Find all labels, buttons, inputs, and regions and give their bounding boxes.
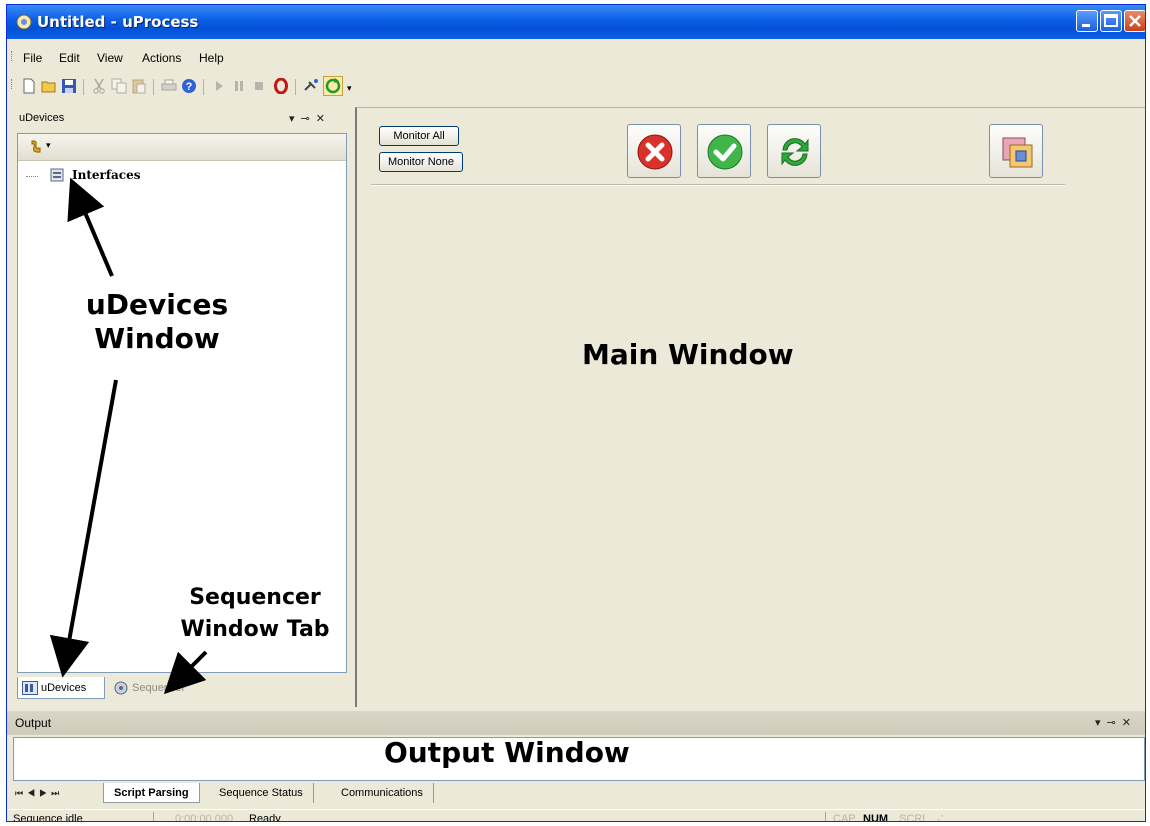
status-num: NUM	[863, 813, 889, 822]
udevices-title: uDevices	[19, 112, 65, 124]
tab-udevices[interactable]: uDevices	[17, 677, 105, 699]
monitor-none-button[interactable]: Monitor None	[379, 152, 463, 172]
minimize-icon	[1082, 24, 1090, 27]
toolbar-separator	[203, 79, 204, 95]
title-bar[interactable]: Untitled - uProcess	[7, 5, 1145, 39]
status-separator	[825, 812, 826, 821]
pause-icon[interactable]	[231, 78, 247, 94]
dropdown-icon[interactable]: ▾	[289, 113, 301, 125]
menu-file[interactable]: File	[23, 51, 42, 65]
status-bar: Sequence idle 0:00:00.000 Ready CAP NUM …	[7, 809, 1145, 822]
udevices-header: uDevices ▾⊸✕	[13, 108, 349, 128]
pin-icon[interactable]: ⊸	[301, 113, 316, 125]
udevices-dock-controls: ▾⊸✕	[289, 112, 331, 125]
record-icon[interactable]	[273, 78, 289, 94]
output-dock-controls: ▾⊸✕	[1095, 716, 1137, 729]
udevices-tab-icon	[22, 680, 38, 695]
chevron-down-icon[interactable]: ▾	[46, 140, 51, 151]
toolbar-overflow-icon[interactable]: ▾	[347, 83, 352, 94]
annotation-sequencer-line2: Window Tab	[180, 617, 330, 642]
udevices-tab-strip: uDevices Sequencer	[17, 677, 347, 701]
minimize-button[interactable]	[1076, 10, 1098, 32]
tab-udevices-label: uDevices	[41, 681, 87, 694]
dropdown-icon[interactable]: ▾	[1095, 717, 1107, 729]
ok-icon	[707, 134, 743, 170]
status-sequence: Sequence idle	[13, 813, 83, 822]
cancel-icon	[637, 134, 673, 170]
tab-sequencer[interactable]: Sequencer	[109, 677, 209, 699]
tree-connector	[26, 176, 38, 177]
annotation-main-window: Main Window	[582, 338, 794, 371]
udevices-toolbar: ▾	[18, 134, 346, 161]
menu-grip	[11, 51, 14, 61]
window-button[interactable]	[989, 124, 1043, 178]
close-button[interactable]	[1124, 10, 1145, 32]
cut-icon[interactable]	[91, 78, 107, 94]
pin-icon[interactable]: ⊸	[1107, 717, 1122, 729]
svg-text:?: ?	[186, 81, 193, 93]
cancel-button[interactable]	[627, 124, 681, 178]
monitor-all-button[interactable]: Monitor All	[379, 126, 459, 146]
close-icon	[1129, 15, 1141, 27]
toolbar-separator	[153, 79, 154, 95]
close-icon[interactable]: ✕	[316, 113, 331, 125]
status-cap: CAP	[833, 813, 856, 822]
status-scrl: SCRL	[899, 813, 929, 822]
annotation-udevices-line1: uDevices	[85, 288, 229, 321]
status-time: 0:00:00.000	[175, 813, 234, 822]
close-icon[interactable]: ✕	[1122, 717, 1137, 729]
sequencer-tab-icon	[114, 681, 128, 695]
paste-icon[interactable]	[131, 78, 147, 94]
status-state: Ready	[249, 813, 281, 822]
help-icon[interactable]: ?	[181, 78, 197, 94]
save-icon[interactable]	[61, 78, 77, 94]
refresh-icon[interactable]	[323, 76, 343, 96]
status-separator	[153, 812, 154, 821]
output-tab-strip: ⏮◀▶⏭ Script Parsing Sequence Status Comm…	[7, 783, 1145, 805]
main-toolbar-separator	[371, 184, 1065, 186]
tab-navigation-icon[interactable]: ⏮◀▶⏭	[15, 788, 63, 799]
toolbar-grip	[11, 79, 14, 89]
print-icon[interactable]	[161, 78, 177, 94]
menu-view[interactable]: View	[97, 51, 123, 65]
connect-icon[interactable]	[303, 78, 319, 94]
stop-icon[interactable]	[251, 78, 267, 94]
annotation-output-window: Output Window	[384, 736, 630, 769]
maximize-button[interactable]	[1100, 10, 1122, 32]
output-title: Output	[15, 716, 52, 730]
output-header: Output ▾⊸✕	[7, 711, 1145, 735]
tab-sequencer-label: Sequencer	[132, 682, 186, 694]
uprocess-logo-icon	[16, 14, 32, 30]
main-window: Monitor All Monitor None	[355, 107, 1145, 707]
window-icon	[1002, 137, 1033, 168]
main-toolbar: ? ▾	[7, 71, 1145, 101]
toolbar-separator	[83, 79, 84, 95]
ok-button[interactable]	[697, 124, 751, 178]
menu-help[interactable]: Help	[199, 51, 224, 65]
toolbar-separator	[295, 79, 296, 95]
tab-script-parsing[interactable]: Script Parsing	[103, 783, 200, 803]
new-file-icon[interactable]	[21, 78, 37, 94]
resize-grip-icon[interactable]: ⋰	[933, 813, 944, 821]
tree-item-interfaces[interactable]: Interfaces	[72, 168, 140, 184]
refresh-icon	[781, 138, 809, 166]
window-title: Untitled - uProcess	[37, 13, 199, 31]
menu-bar: File Edit View Actions Help	[7, 41, 1145, 69]
annotation-sequencer-line1: Sequencer	[189, 585, 321, 610]
refresh-button[interactable]	[767, 124, 821, 178]
menu-edit[interactable]: Edit	[59, 51, 80, 65]
interfaces-icon	[50, 168, 64, 182]
copy-icon[interactable]	[111, 78, 127, 94]
app-window: Untitled - uProcess File Edit View Actio…	[6, 4, 1146, 822]
annotation-udevices-window: uDevices Window	[52, 288, 262, 356]
device-add-icon[interactable]	[28, 139, 44, 155]
play-icon[interactable]	[211, 78, 227, 94]
open-folder-icon[interactable]	[41, 78, 57, 94]
tab-communications[interactable]: Communications	[331, 783, 434, 803]
annotation-udevices-line2: Window	[94, 322, 220, 355]
annotation-sequencer-tab: Sequencer Window Tab	[160, 582, 350, 646]
maximize-icon	[1104, 14, 1118, 27]
tab-sequence-status[interactable]: Sequence Status	[209, 783, 314, 803]
menu-actions[interactable]: Actions	[142, 51, 181, 65]
